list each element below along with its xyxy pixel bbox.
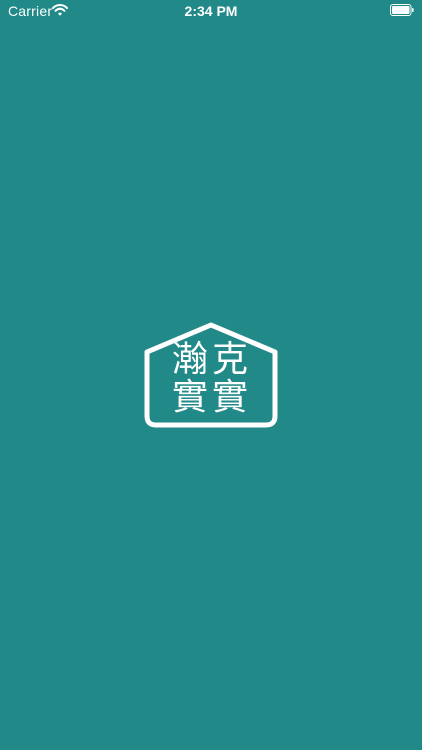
logo-text: 瀚 克 實 實 xyxy=(137,320,285,430)
status-time: 2:34 PM xyxy=(184,3,238,19)
logo-char: 實 xyxy=(171,377,208,418)
logo-char: 實 xyxy=(211,377,248,418)
logo-char: 克 xyxy=(211,339,248,380)
status-bar: Carrier 2:34 PM xyxy=(0,0,422,22)
battery-icon xyxy=(390,4,414,16)
logo-char: 瀚 xyxy=(171,339,208,380)
